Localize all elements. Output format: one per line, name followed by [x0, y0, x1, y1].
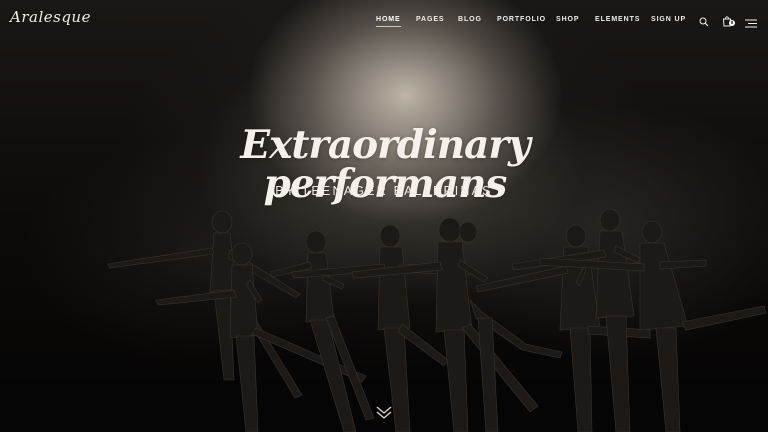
cart-icon[interactable]: 0 [722, 14, 736, 27]
nav-item-pages[interactable]: PAGES [416, 16, 445, 23]
nav-item-sign-up[interactable]: SIGN UP [651, 16, 686, 23]
nav-item-shop[interactable]: SHOP [556, 16, 579, 23]
nav-item-elements[interactable]: ELEMENTS [595, 16, 640, 23]
search-icon[interactable] [699, 14, 709, 32]
hero-subheadline: BY TEENAGER BALLERINAS [275, 184, 493, 198]
hero-section: Aralesque HOME PAGES BLOG PORTFOLIO SHOP… [0, 0, 768, 432]
nav-item-home[interactable]: HOME [376, 16, 401, 27]
nav-item-blog[interactable]: BLOG [458, 16, 482, 23]
ballet-dancers-photo [0, 208, 768, 432]
chevron-down-icon[interactable] [374, 405, 394, 421]
nav-item-portfolio[interactable]: PORTFOLIO [497, 16, 546, 23]
main-nav: HOME PAGES BLOG PORTFOLIO SHOP ELEMENTS … [0, 16, 768, 30]
cart-count-badge: 0 [729, 20, 735, 26]
menu-icon[interactable] [745, 15, 757, 33]
